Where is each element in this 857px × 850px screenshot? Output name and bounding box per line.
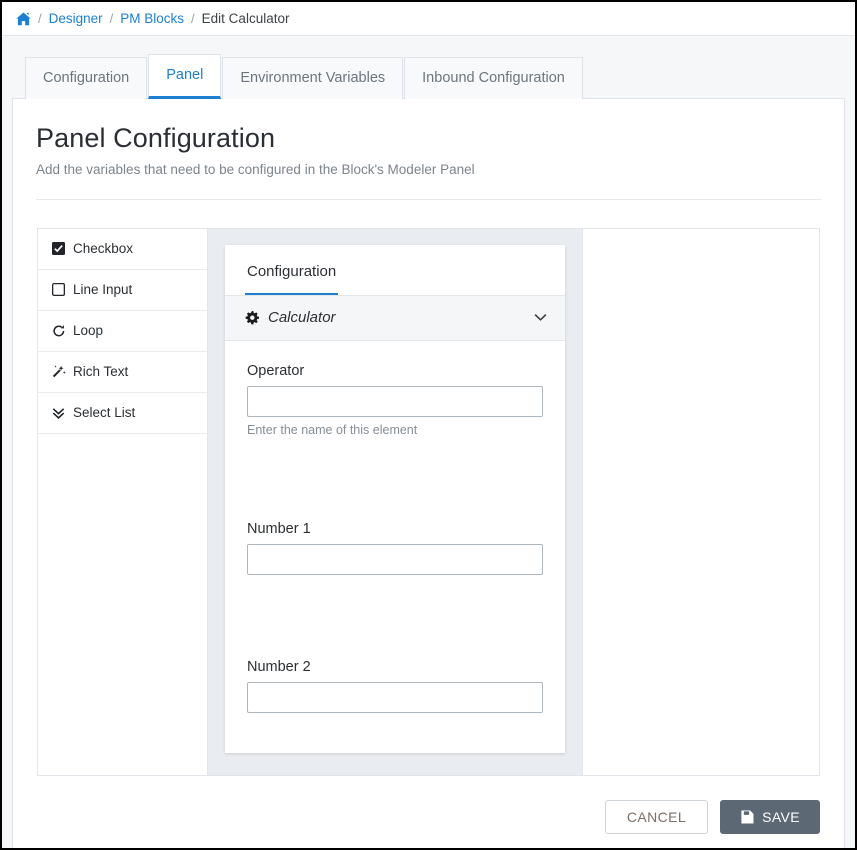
card-header: Panel Configuration Add the variables th… (13, 99, 844, 177)
breadcrumb-bar: / Designer / PM Blocks / Edit Calculator (2, 2, 855, 36)
tab-configuration[interactable]: Configuration (25, 57, 148, 99)
field-label-number-2: Number 2 (247, 658, 311, 675)
palette-item-loop[interactable]: Loop (38, 311, 207, 352)
form-field-number-2: Number 2 (247, 659, 543, 713)
palette-item-select-list[interactable]: Select List (38, 393, 207, 434)
field-help-operator: Enter the name of this element (247, 422, 418, 437)
properties-panel (583, 228, 819, 775)
breadcrumb-separator-1: / (38, 11, 42, 26)
field-spacer (247, 467, 543, 521)
panel-preview-area: Configuration Calculator Operator Enter … (208, 228, 583, 775)
tab-environment-variables[interactable]: Environment Variables (222, 57, 404, 99)
save-floppy-icon (740, 810, 754, 824)
preview-form-body: Operator Enter the name of this element … (225, 341, 565, 713)
breadcrumb: / Designer / PM Blocks / Edit Calculator (16, 11, 289, 26)
magic-wand-icon (50, 365, 67, 379)
number-2-input[interactable] (247, 681, 543, 713)
panel-preview-card: Configuration Calculator Operator Enter … (225, 244, 565, 753)
preview-tab-strip: Configuration (225, 245, 565, 296)
square-empty-icon (50, 283, 67, 297)
form-actions: CANCEL SAVE (13, 776, 844, 848)
page-title: Panel Configuration (36, 122, 276, 153)
palette-item-label: Checkbox (73, 241, 134, 257)
palette-item-line-input[interactable]: Line Input (38, 270, 207, 311)
field-spacer (247, 605, 543, 659)
preview-tab-configuration[interactable]: Configuration (245, 245, 339, 295)
palette-item-rich-text[interactable]: Rich Text (38, 352, 207, 393)
save-button[interactable]: SAVE (720, 799, 820, 834)
home-icon[interactable] (16, 12, 31, 26)
breadcrumb-separator-3: / (191, 11, 195, 26)
page-subtitle: Add the variables that need to be config… (36, 161, 475, 177)
save-button-label: SAVE (762, 808, 800, 825)
loop-arrow-icon (50, 324, 67, 338)
operator-input[interactable] (247, 385, 543, 417)
palette-item-label: Select List (73, 405, 136, 421)
elements-palette: Checkbox Line Input Loop Rich Text Selec… (38, 228, 208, 775)
breadcrumb-item-edit-calculator: Edit Calculator (201, 11, 290, 26)
number-1-input[interactable] (247, 543, 543, 575)
cancel-button[interactable]: CANCEL (604, 799, 709, 834)
double-chevron-down-icon (50, 406, 67, 420)
palette-item-checkbox[interactable]: Checkbox (38, 229, 207, 270)
app-window: / Designer / PM Blocks / Edit Calculator… (0, 0, 857, 850)
palette-item-label: Rich Text (73, 364, 129, 380)
panel-builder: Checkbox Line Input Loop Rich Text Selec… (37, 227, 820, 776)
tab-inbound-configuration[interactable]: Inbound Configuration (404, 57, 583, 99)
header-divider (36, 198, 821, 200)
palette-item-label: Line Input (73, 282, 133, 298)
gear-icon (245, 310, 259, 325)
chevron-down-icon[interactable] (534, 313, 547, 322)
main-content-card: Panel Configuration Add the variables th… (12, 98, 845, 848)
form-field-number-1: Number 1 (247, 521, 543, 575)
tab-panel[interactable]: Panel (148, 54, 222, 99)
field-label-number-1: Number 1 (247, 520, 311, 537)
field-label-operator: Operator (247, 362, 305, 379)
form-field-operator: Operator Enter the name of this element (247, 363, 543, 437)
accordion-header-calculator[interactable]: Calculator (225, 295, 565, 341)
tabs-container: Configuration Panel Environment Variable… (2, 36, 855, 99)
accordion-title: Calculator (268, 309, 336, 327)
checkbox-checked-icon (50, 242, 67, 256)
breadcrumb-separator-2: / (109, 11, 114, 26)
palette-item-label: Loop (73, 323, 104, 339)
tab-strip: Configuration Panel Environment Variable… (12, 53, 845, 99)
breadcrumb-item-pm-blocks[interactable]: PM Blocks (120, 11, 184, 26)
breadcrumb-item-designer[interactable]: Designer (49, 11, 103, 26)
